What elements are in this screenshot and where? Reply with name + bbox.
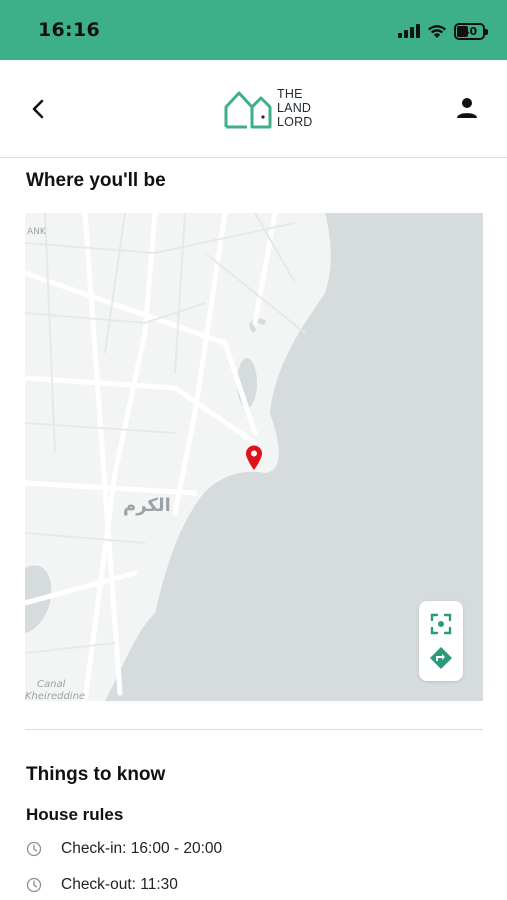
directions-icon (430, 647, 452, 669)
status-bar: 16:16 40 (0, 0, 507, 60)
map-label-canal: Canal (37, 679, 66, 690)
rule-item-check-in: Check-in: 16:00 - 20:00 (26, 837, 222, 861)
house-logo-icon (224, 91, 272, 129)
back-button[interactable] (26, 94, 50, 124)
wifi-icon (428, 24, 446, 38)
brand-logo-text: THE LAND LORD (277, 87, 313, 129)
person-icon (457, 98, 477, 118)
brand-logo: THE LAND LORD (223, 87, 313, 129)
battery-icon: 40 (454, 22, 488, 40)
cellular-signal-icon (398, 24, 420, 38)
chevron-left-icon (32, 99, 44, 119)
clock-icon (26, 841, 42, 857)
directions-button[interactable] (428, 645, 454, 671)
map-label-city: الكرم (123, 495, 171, 516)
map-controls (419, 601, 463, 681)
clock-icon (26, 877, 42, 893)
status-icons: 40 (398, 20, 488, 42)
status-time: 16:16 (38, 19, 100, 41)
house-rules-title: House rules (26, 805, 124, 824)
location-pin-icon[interactable] (245, 445, 263, 471)
location-map[interactable]: ANK الكرم Canal Kheireddine (25, 213, 483, 701)
rule-item-check-out: Check-out: 11:30 (26, 873, 178, 897)
focus-icon (430, 613, 452, 635)
logo-line-2: LAND (277, 101, 312, 115)
rule-text: Check-out: 11:30 (61, 876, 178, 893)
things-to-know-title: Things to know (26, 764, 166, 785)
location-section-title: Where you'll be (26, 170, 166, 191)
section-divider (25, 729, 483, 730)
battery-level: 40 (461, 24, 478, 38)
logo-line-1: THE (277, 87, 303, 101)
rule-text: Check-in: 16:00 - 20:00 (61, 840, 223, 857)
logo-line-3: LORD (277, 115, 313, 129)
recenter-button[interactable] (428, 611, 454, 637)
app-header: THE LAND LORD (0, 60, 507, 158)
profile-button[interactable] (455, 96, 479, 120)
map-label-kheireddine: Kheireddine (25, 691, 86, 701)
map-label-corner: ANK (27, 227, 46, 237)
